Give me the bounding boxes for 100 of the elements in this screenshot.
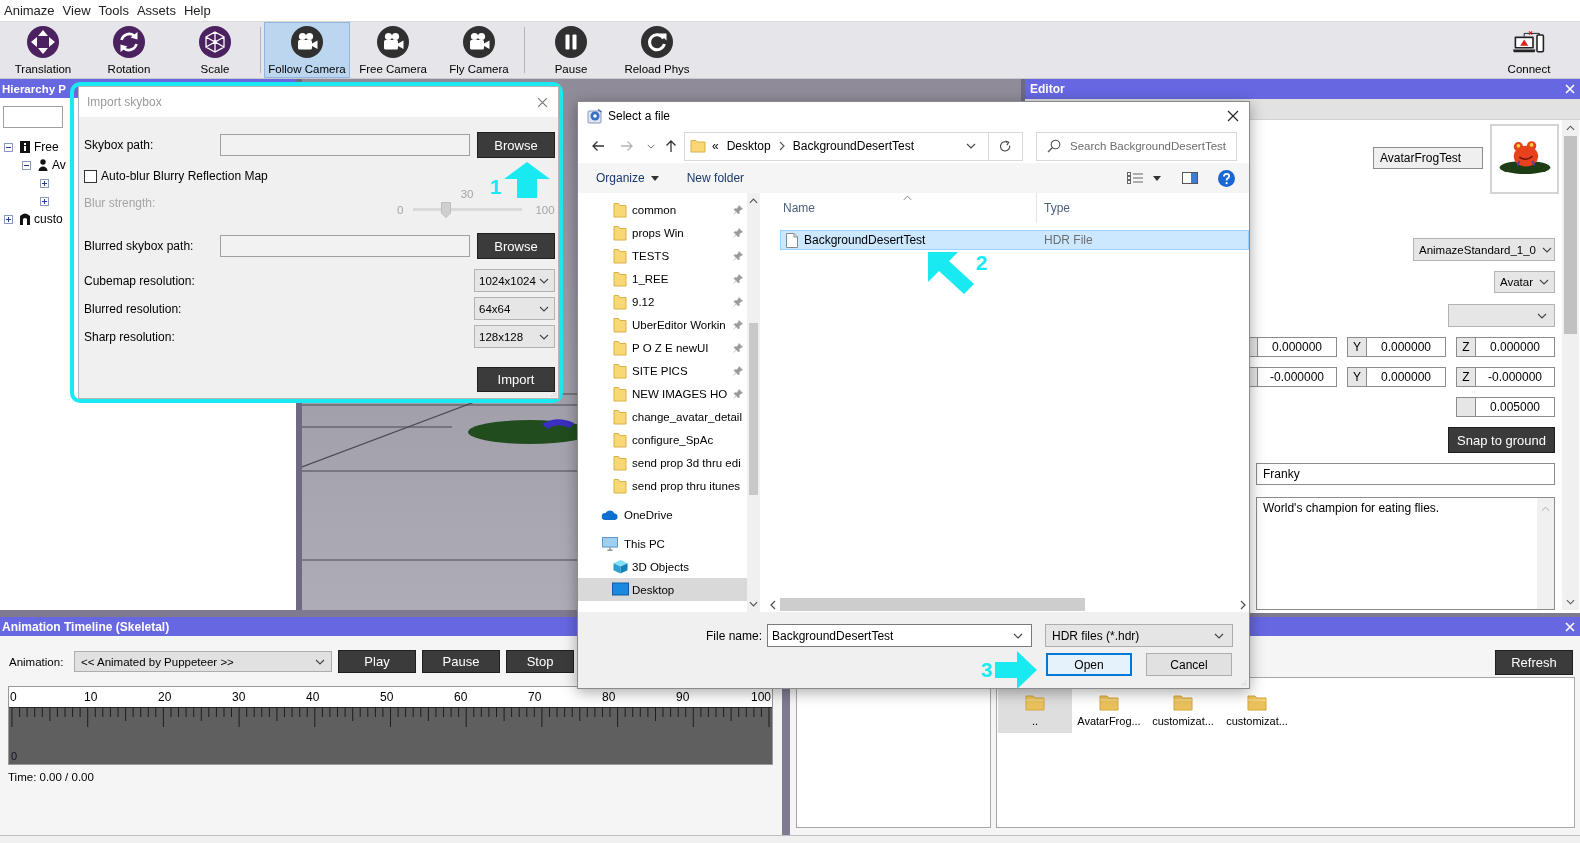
menu-item[interactable]: Tools [94, 3, 133, 18]
nav-item[interactable]: 9.12 [578, 290, 747, 313]
path-field[interactable] [220, 134, 470, 156]
chevron-down-icon[interactable] [647, 143, 655, 149]
pin-icon[interactable] [733, 273, 743, 284]
nav-item[interactable]: common [578, 198, 747, 221]
resolution-dropdown[interactable]: 128x128 [474, 325, 555, 348]
nav-item[interactable]: Desktop [578, 578, 747, 601]
nav-item[interactable]: change_avatar_detail [578, 405, 747, 428]
folder-tile[interactable]: customizat... [1146, 679, 1220, 733]
checkbox-label[interactable]: Auto-blur Blurry Reflection Map [101, 169, 268, 183]
toolbar-button[interactable]: Reload Phys [614, 22, 700, 78]
dropdown[interactable]: Avatar [1494, 271, 1555, 293]
nav-item[interactable]: TESTS [578, 244, 747, 267]
playback-button[interactable]: Pause [422, 650, 500, 673]
address-bar[interactable]: « Desktop BackgroundDesertTest [684, 131, 1023, 161]
resolution-dropdown[interactable]: 1024x1024 [474, 269, 555, 292]
chevron-right-icon[interactable] [778, 141, 785, 151]
dropdown[interactable]: AnimazeStandard_1_0 [1413, 238, 1555, 261]
toolbar-button[interactable]: Fly Camera [436, 22, 522, 78]
help-icon[interactable] [1218, 169, 1235, 187]
number-field[interactable]: 0.000000 [1367, 337, 1446, 357]
number-field[interactable]: 0.000000 [1367, 367, 1446, 387]
plus-box-icon[interactable] [4, 214, 13, 224]
search-field[interactable] [3, 106, 63, 128]
menu-item[interactable]: View [58, 3, 95, 18]
scrollbar[interactable] [747, 193, 760, 612]
number-field[interactable]: 0.000000 [1258, 337, 1337, 357]
browse-button[interactable]: Browse [477, 132, 555, 158]
pin-icon[interactable] [733, 319, 743, 330]
toolbar-button[interactable]: Scale [172, 22, 258, 78]
arrow-up-icon[interactable] [665, 139, 677, 153]
chevron-up-icon[interactable] [1566, 125, 1575, 131]
nav-item[interactable]: NEW IMAGES HO [578, 382, 747, 405]
toolbar-button[interactable]: Free Camera [350, 22, 436, 78]
pin-icon[interactable] [733, 388, 743, 399]
file-type-dropdown[interactable]: HDR files (*.hdr) [1045, 624, 1233, 647]
scrollbar-thumb[interactable] [1564, 136, 1577, 334]
resolution-dropdown[interactable]: 64x64 [474, 297, 555, 320]
pin-icon[interactable] [733, 227, 743, 238]
toolbar-button[interactable]: Follow Camera [264, 22, 350, 78]
toolbar-button[interactable]: Translation [0, 22, 86, 78]
menu-item[interactable]: Assets [132, 3, 180, 18]
nav-item[interactable]: configure_SpAc [578, 428, 747, 451]
preview-pane-icon[interactable] [1182, 172, 1198, 184]
pin-icon[interactable] [733, 342, 743, 353]
toolbar-button[interactable]: Rotation [86, 22, 172, 78]
number-field[interactable]: -0.000000 [1476, 367, 1555, 387]
refresh-button[interactable]: Refresh [1495, 650, 1573, 675]
dialog-button[interactable]: Open [1046, 653, 1132, 676]
command-button[interactable]: New folder [686, 171, 745, 185]
playback-button[interactable]: Play [338, 650, 416, 673]
pin-icon[interactable] [733, 204, 743, 215]
name-field[interactable]: Franky [1256, 463, 1555, 485]
nav-item[interactable]: This PC [578, 532, 747, 555]
nav-item[interactable]: props Win [578, 221, 747, 244]
tree-item[interactable]: Free [34, 140, 59, 154]
scrollbar[interactable] [1562, 120, 1579, 610]
plus-box-icon[interactable] [40, 196, 49, 206]
chevron-down-icon[interactable] [1566, 599, 1575, 605]
close-icon[interactable] [1227, 109, 1239, 122]
minus-box-icon[interactable] [4, 142, 13, 152]
import-button[interactable]: Import [477, 367, 555, 392]
scrollbar-thumb[interactable] [749, 323, 758, 495]
dialog-button[interactable]: Cancel [1146, 653, 1232, 676]
breadcrumb[interactable]: Desktop [726, 139, 771, 153]
toolbar-button[interactable]: Connect [1486, 22, 1572, 78]
pin-icon[interactable] [733, 296, 743, 307]
chevron-down-icon[interactable] [966, 143, 976, 149]
number-field[interactable]: 0.000000 [1476, 337, 1555, 357]
chevron-down-icon[interactable] [1013, 632, 1023, 639]
number-field[interactable]: -0.000000 [1258, 367, 1337, 387]
browse-button[interactable]: Browse [477, 233, 555, 259]
pin-icon[interactable] [733, 365, 743, 376]
animation-dropdown[interactable]: << Animated by Puppeteer >> [74, 651, 332, 672]
playback-button[interactable]: Stop [506, 650, 574, 673]
chevron-right-icon[interactable] [1240, 599, 1246, 610]
tree-item[interactable]: Av [52, 158, 66, 172]
path-field[interactable] [220, 235, 470, 257]
caret-down-icon[interactable] [1153, 175, 1161, 181]
nav-item[interactable]: OneDrive [578, 503, 747, 526]
folder-tile[interactable]: AvatarFrog... [1072, 679, 1146, 733]
tree-item[interactable]: custo [34, 212, 63, 226]
file-name-field[interactable]: BackgroundDesertTest [767, 624, 1032, 647]
number-field[interactable]: 0.005000 [1476, 397, 1555, 417]
timeline-track[interactable] [9, 707, 772, 764]
search-field[interactable]: Search BackgroundDesertTest [1036, 131, 1237, 161]
column-header[interactable]: Name [760, 193, 1037, 223]
chevron-left-icon[interactable] [770, 599, 776, 610]
menu-item[interactable]: Animaze [0, 3, 59, 18]
scrollbar-thumb[interactable] [780, 598, 1085, 611]
nav-item[interactable]: send prop 3d thru edi [578, 451, 747, 474]
nav-item[interactable]: send prop thru itunes [578, 474, 747, 497]
column-header[interactable]: Type [1037, 193, 1249, 223]
nav-item[interactable]: P O Z E newUI [578, 336, 747, 359]
chevron-down-icon[interactable] [749, 601, 758, 607]
list-view-icon[interactable] [1127, 172, 1144, 184]
menu-item[interactable]: Help [179, 3, 215, 18]
arrow-left-icon[interactable] [591, 140, 605, 152]
nav-item[interactable]: 3D Objects [578, 555, 747, 578]
